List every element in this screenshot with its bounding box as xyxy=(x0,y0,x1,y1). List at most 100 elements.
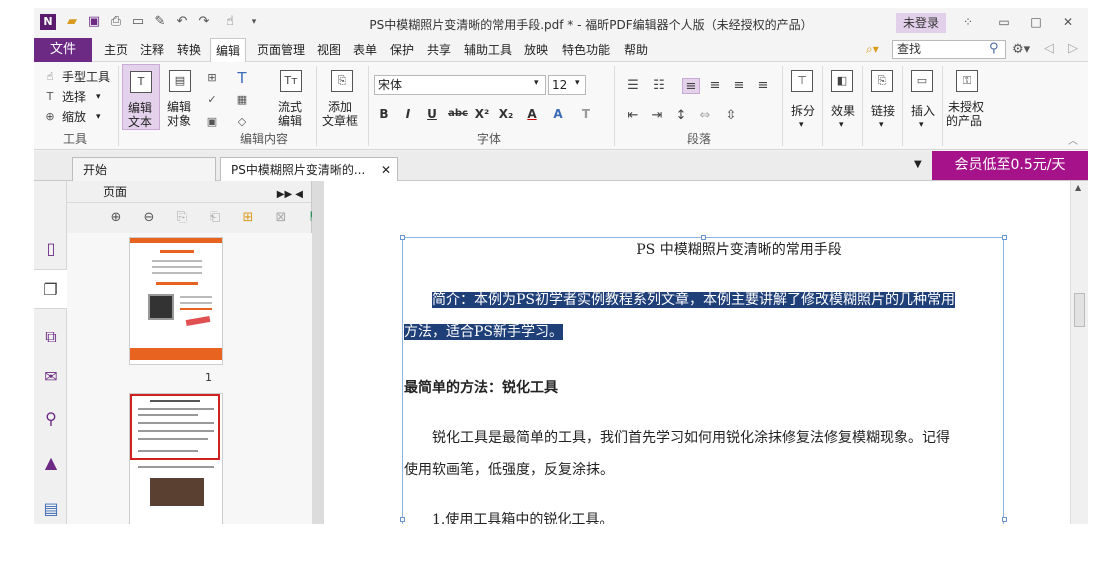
menu-accessibility[interactable]: 辅助工具 xyxy=(462,38,514,62)
indent-increase-icon[interactable]: ⇥ xyxy=(648,108,666,124)
strikethrough-button[interactable]: abc xyxy=(446,106,470,122)
tab-list-icon[interactable]: ▼ xyxy=(914,159,922,170)
number-list-icon[interactable]: ☷ xyxy=(650,78,668,94)
italic-button[interactable]: I xyxy=(400,106,416,122)
comments-icon[interactable]: ✉ xyxy=(41,367,61,387)
font-outline-button[interactable]: A xyxy=(550,106,566,122)
pages-icon[interactable]: ❐ xyxy=(34,269,67,309)
insert-button[interactable]: ▭ 插入 ▾ xyxy=(906,64,940,130)
add-textbox-button[interactable]: ⎘ 添加 文章框 xyxy=(320,64,364,130)
menu-share[interactable]: 共享 xyxy=(425,38,453,62)
chevron-down-icon: ▾ xyxy=(839,120,844,130)
subscript-button[interactable]: X₂ xyxy=(498,106,514,122)
document-scrollbar[interactable]: ▲ xyxy=(1070,181,1088,524)
add-shape-icon[interactable]: ▦ xyxy=(234,92,250,108)
edit-text-label-1: 编辑 xyxy=(128,101,153,115)
text-tool-icon[interactable]: T xyxy=(234,70,250,86)
intro-line-1[interactable]: 简介：本例为PS初学者实例教程系列文章，本例主要讲解了修改模糊照片的几种常用 xyxy=(432,289,956,309)
panel-collapse-icon[interactable]: ▶▶ ◀ xyxy=(277,184,303,206)
tab-document[interactable]: PS中模糊照片变清晰的... ✕ xyxy=(220,157,398,181)
promo-banner[interactable]: 会员低至0.5元/天 xyxy=(932,151,1088,180)
page-thumbnail-1[interactable] xyxy=(129,237,223,365)
add-page-icon[interactable]: ⊞ xyxy=(239,209,257,227)
security-lock-icon[interactable]: ▲ xyxy=(41,453,61,473)
menu-comment[interactable]: 注释 xyxy=(138,38,166,62)
text-effect-button[interactable]: T xyxy=(578,106,594,122)
bookmark-icon[interactable]: ▯ xyxy=(41,239,61,259)
menu-help[interactable]: 帮助 xyxy=(622,38,650,62)
resize-handle[interactable] xyxy=(1002,517,1007,522)
menu-view[interactable]: 视图 xyxy=(315,38,343,62)
split-button[interactable]: ⊤ 拆分 ▾ xyxy=(786,64,820,130)
close-tab-icon[interactable]: ✕ xyxy=(381,158,391,182)
superscript-button[interactable]: X² xyxy=(474,106,490,122)
page-zoom-in-icon[interactable]: ⊕ xyxy=(107,209,125,227)
add-text-icon[interactable]: ⊞ xyxy=(204,70,220,86)
maximize-icon[interactable]: □ xyxy=(1024,12,1048,32)
menu-features[interactable]: 特色功能 xyxy=(560,38,612,62)
char-spacing-icon[interactable]: ⇔ xyxy=(696,108,714,124)
add-image-icon[interactable]: ▣ xyxy=(204,114,220,130)
paragraph-spacing-icon[interactable]: ⇳ xyxy=(722,108,740,124)
bold-button[interactable]: B xyxy=(376,106,392,122)
page-thumbnail-2[interactable] xyxy=(129,393,223,524)
tab-start[interactable]: 开始 xyxy=(72,157,216,181)
select-tool[interactable]: T 选择 ▾ xyxy=(42,88,122,106)
font-family-select[interactable]: 宋体 xyxy=(374,75,546,95)
link-button[interactable]: ⎘ 链接 ▾ xyxy=(866,64,900,130)
menu-home[interactable]: 主页 xyxy=(102,38,130,62)
search-options-icon[interactable]: ⌕▾ xyxy=(866,42,879,57)
menu-convert[interactable]: 转换 xyxy=(175,38,203,62)
zoom-tool[interactable]: ⊕ 缩放 ▾ xyxy=(42,108,122,126)
menu-slideshow[interactable]: 放映 xyxy=(522,38,550,62)
unauthorized-product-button[interactable]: ⚿ 未授权 的产品 xyxy=(944,64,990,130)
menu-edit[interactable]: 编辑 xyxy=(210,38,247,63)
chevron-down-icon[interactable]: ▾ xyxy=(534,78,539,88)
edit-text-button[interactable]: T 编辑 文本 xyxy=(122,64,160,130)
line-spacing-icon[interactable]: ↕ xyxy=(672,108,690,124)
settings-icon[interactable]: ⚙▾ xyxy=(1012,42,1030,57)
layers-icon[interactable]: ⧉ xyxy=(41,327,61,347)
bullet-list-icon[interactable]: ☰ xyxy=(624,78,642,94)
indent-decrease-icon[interactable]: ⇤ xyxy=(624,108,642,124)
edit-object-button[interactable]: ▤ 编辑 对象 xyxy=(162,64,200,130)
layout-icon[interactable]: ⁘ xyxy=(956,12,980,32)
extract-page-icon[interactable]: ⎗ xyxy=(206,209,224,227)
menu-protect[interactable]: 保护 xyxy=(388,38,416,62)
path-icon[interactable]: ◇ xyxy=(234,114,250,130)
attachment-icon[interactable]: ⚲ xyxy=(41,409,61,429)
intro-line-2[interactable]: 方法，适合PS新手学习。 xyxy=(404,321,564,341)
underline-button[interactable]: U xyxy=(424,106,440,122)
close-icon[interactable]: ✕ xyxy=(1056,12,1080,32)
page-zoom-out-icon[interactable]: ⊖ xyxy=(140,209,158,227)
panel-splitter[interactable] xyxy=(312,181,324,524)
search-icon[interactable]: ⚲ xyxy=(989,41,1005,57)
hand-tool[interactable]: ☝ 手型工具 xyxy=(42,68,122,86)
align-left-icon[interactable]: ≡ xyxy=(682,78,700,94)
spell-check-icon[interactable]: ✓ xyxy=(204,92,220,108)
login-button[interactable]: 未登录 xyxy=(896,13,946,33)
flow-edit-button[interactable]: Tт 流式 编辑 xyxy=(272,64,312,130)
next-result-icon[interactable]: ▷ xyxy=(1068,41,1078,56)
justify-icon[interactable]: ≡ xyxy=(754,78,772,94)
scroll-up-icon[interactable]: ▲ xyxy=(1075,183,1081,192)
thumb-line xyxy=(138,430,214,432)
align-center-icon[interactable]: ≡ xyxy=(706,78,724,94)
collapse-ribbon-icon[interactable]: ︿ xyxy=(1068,132,1078,147)
thumb-line xyxy=(160,250,194,253)
resize-handle[interactable] xyxy=(400,517,405,522)
file-menu[interactable]: 文件 xyxy=(34,38,92,62)
chevron-down-icon[interactable]: ▾ xyxy=(575,78,580,88)
fields-icon[interactable]: ▤ xyxy=(41,499,61,519)
font-color-button[interactable]: A xyxy=(524,106,540,122)
prev-result-icon[interactable]: ◁ xyxy=(1044,41,1054,56)
align-right-icon[interactable]: ≡ xyxy=(730,78,748,94)
minimize-icon[interactable]: ▭ xyxy=(992,12,1016,32)
document-scroll-thumb[interactable] xyxy=(1074,293,1085,327)
menu-form[interactable]: 表单 xyxy=(351,38,379,62)
delete-page-icon[interactable]: ⊠ xyxy=(272,209,290,227)
font-size-select[interactable]: 12 xyxy=(548,75,586,95)
menu-page-manage[interactable]: 页面管理 xyxy=(255,38,307,62)
effect-button[interactable]: ◧ 效果 ▾ xyxy=(826,64,860,130)
insert-page-icon[interactable]: ⎘ xyxy=(173,209,191,227)
